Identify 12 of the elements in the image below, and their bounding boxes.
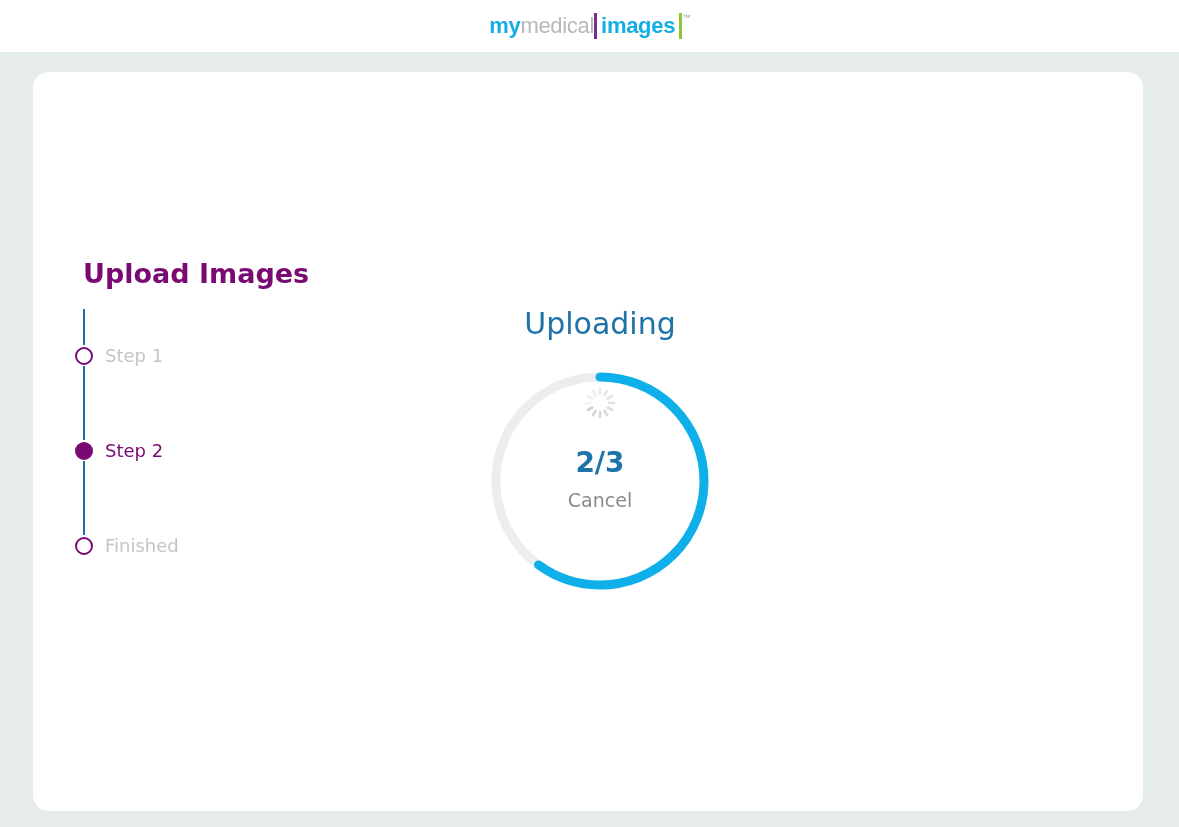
upload-count: 2/3 <box>575 446 625 479</box>
logo-text: my <box>489 13 521 39</box>
trademark: ™ <box>682 13 690 22</box>
spinner-icon <box>583 386 617 420</box>
step-label: Step 2 <box>105 440 164 461</box>
logo-text: images <box>594 13 683 39</box>
step-label: Finished <box>105 535 179 556</box>
cancel-button[interactable]: Cancel <box>567 489 633 511</box>
logo-text: medical <box>520 13 595 39</box>
upload-title: Uploading <box>524 306 676 341</box>
page-title: Upload Images <box>83 258 311 289</box>
step-label: Step 1 <box>105 345 164 366</box>
